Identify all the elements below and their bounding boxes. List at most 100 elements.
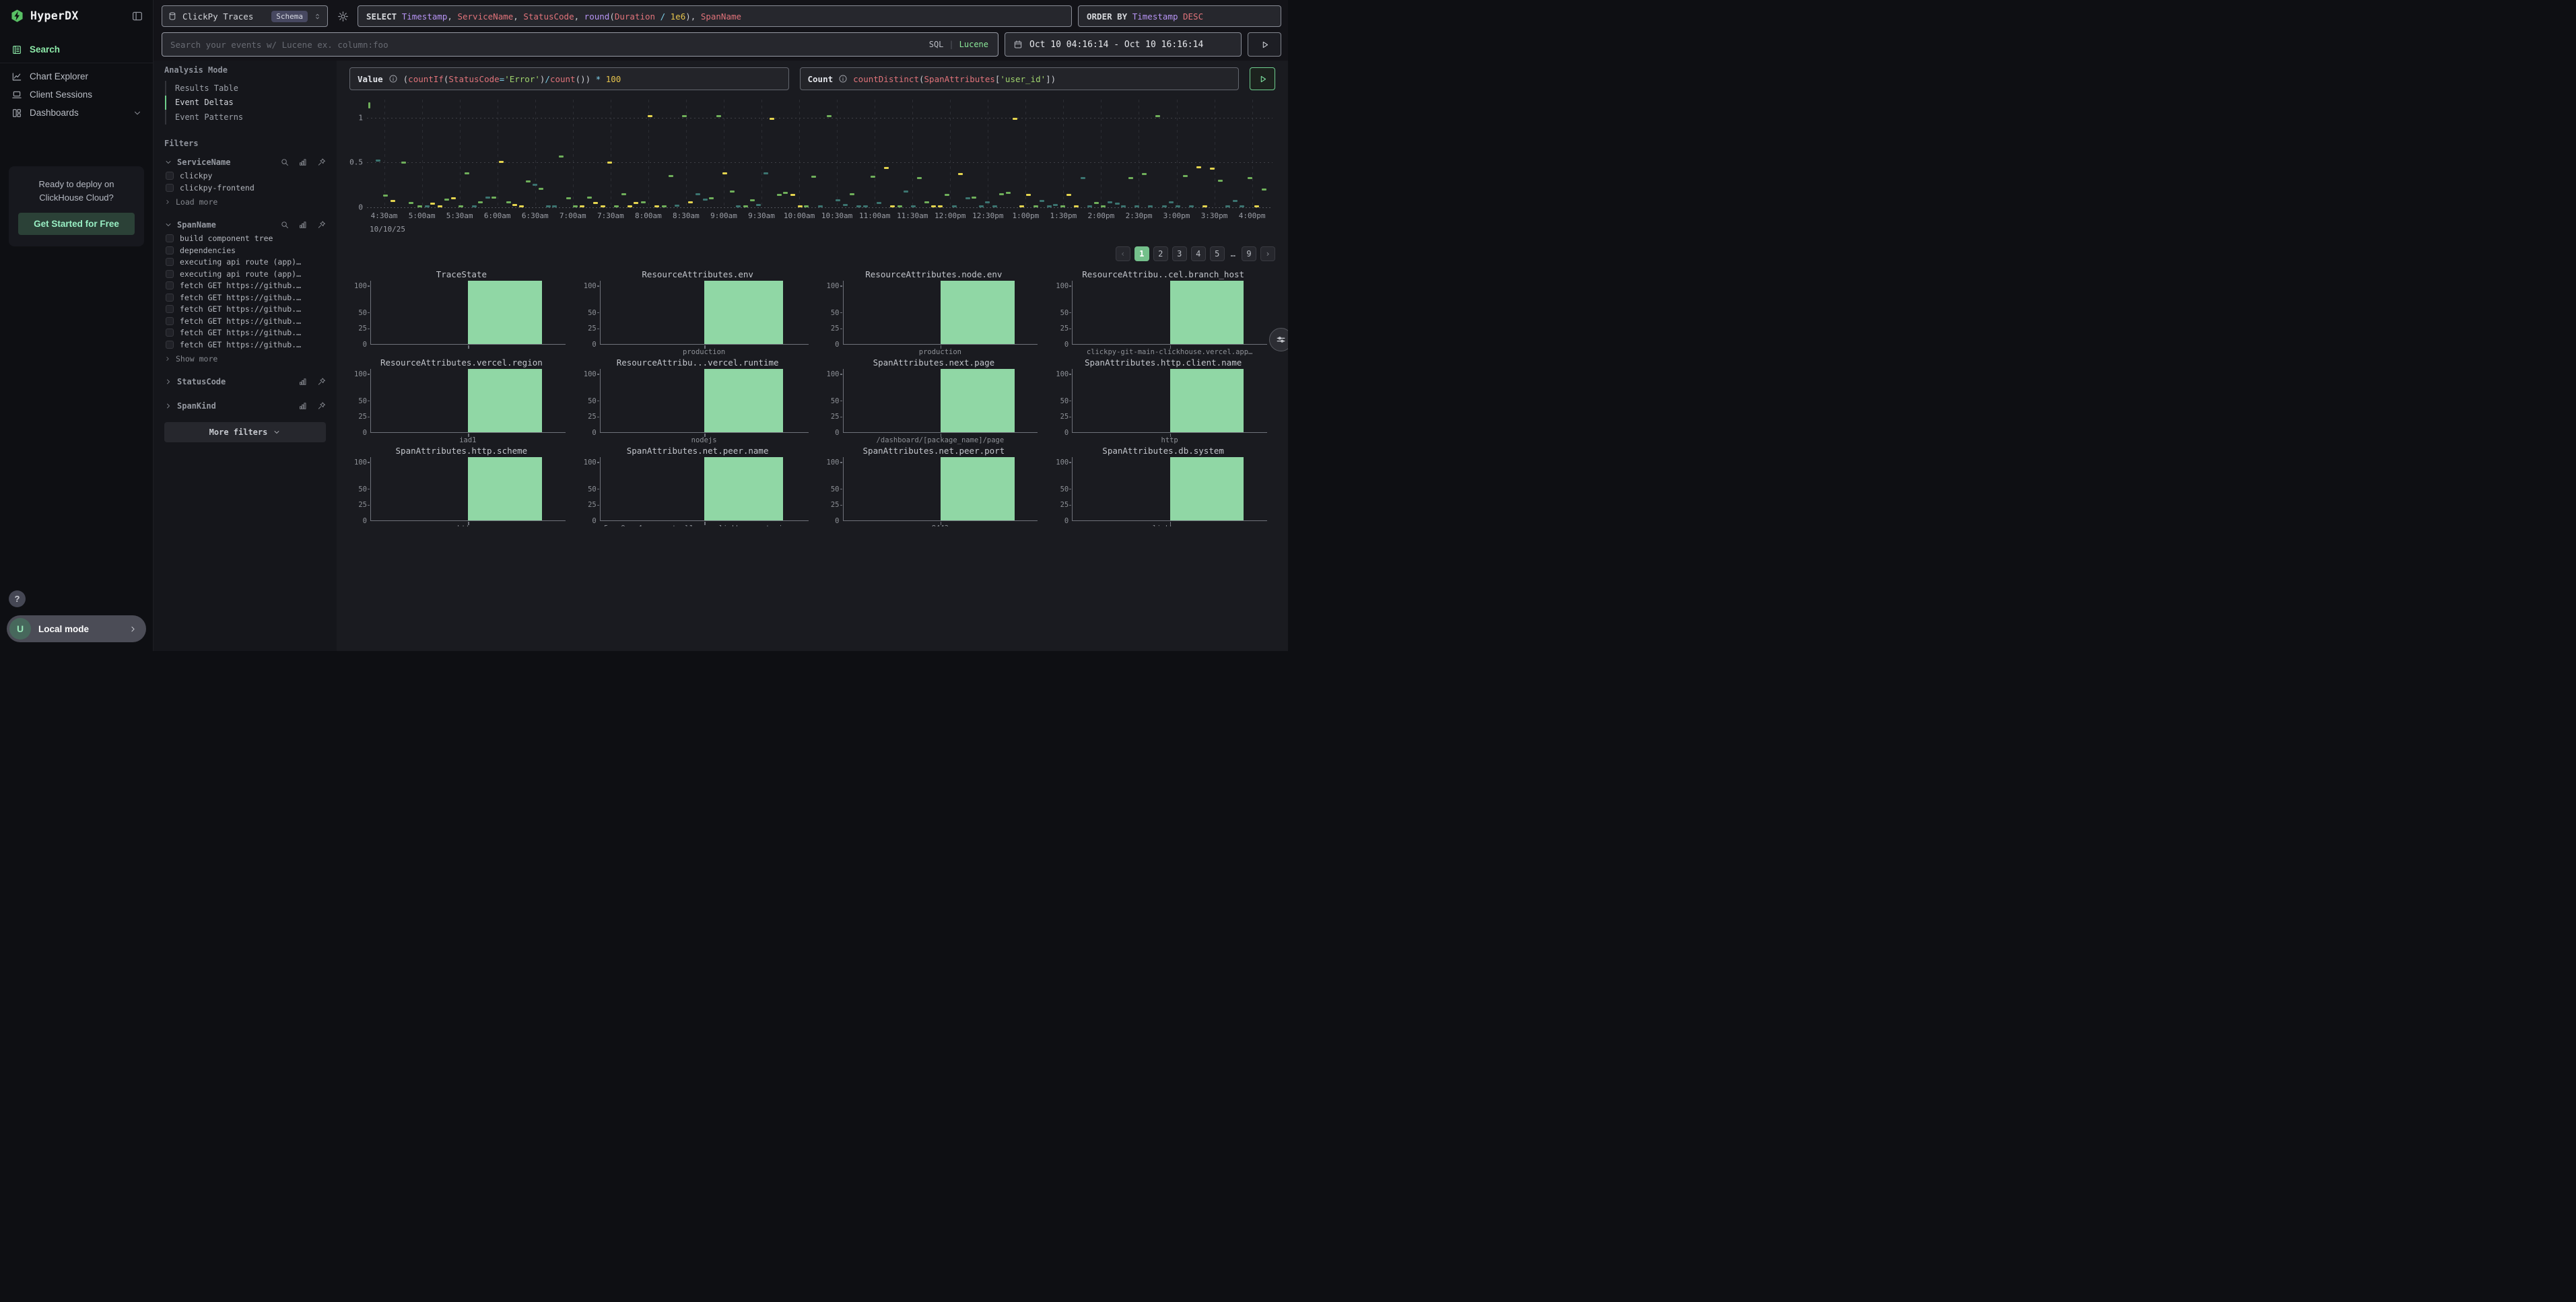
help-button[interactable]: ? xyxy=(9,590,26,607)
attribute-chart-resourceattributes-node-env[interactable]: ResourceAttributes.node.env10050250produ… xyxy=(822,268,1046,356)
checkbox[interactable] xyxy=(166,184,174,192)
pin-icon[interactable] xyxy=(317,377,327,386)
filter-option[interactable]: clickpy xyxy=(164,170,326,182)
attribute-chart-resourceattribu-cel-branch-host[interactable]: ResourceAttribu..cel.branch_host10050250… xyxy=(1051,268,1275,356)
sidebar-item-chart-explorer[interactable]: Chart Explorer xyxy=(0,67,153,85)
attribute-chart-tracestate[interactable]: TraceState10050250 xyxy=(349,268,574,356)
search-icon[interactable] xyxy=(280,158,290,167)
checkbox[interactable] xyxy=(166,258,174,266)
chart-mark xyxy=(764,172,768,174)
page-1[interactable]: 1 xyxy=(1134,246,1149,261)
source-settings-button[interactable] xyxy=(334,5,351,27)
sidebar-item-client-sessions[interactable]: Client Sessions xyxy=(0,85,153,104)
page-5[interactable]: 5 xyxy=(1210,246,1225,261)
chart-mark xyxy=(1210,168,1215,170)
bar-chart-icon[interactable] xyxy=(298,377,308,386)
y-axis-label: 25 xyxy=(579,413,597,421)
value-expression-code: (countIf(StatusCode='Error')/count()) * … xyxy=(403,74,621,84)
checkbox[interactable] xyxy=(166,294,174,302)
filter-option[interactable]: fetch GET https://github.… xyxy=(164,292,326,304)
attribute-chart-spanattributes-http-client-name[interactable]: SpanAttributes.http.client.name10050250h… xyxy=(1051,356,1275,444)
get-started-button[interactable]: Get Started for Free xyxy=(18,213,135,235)
apply-run-button[interactable] xyxy=(1250,67,1275,90)
filter-option[interactable]: fetch GET https://github.… xyxy=(164,315,326,327)
value-expression-input[interactable]: Value (countIf(StatusCode='Error')/count… xyxy=(349,67,789,90)
time-range-picker[interactable]: Oct 10 04:16:14 - Oct 10 16:16:14 xyxy=(1005,32,1242,57)
chevron-right-icon xyxy=(129,625,137,633)
count-expression-input[interactable]: Count countDistinct(SpanAttributes['user… xyxy=(800,67,1240,90)
attribute-chart-spanattributes-db-system[interactable]: SpanAttributes.db.system10050250clickhou… xyxy=(1051,444,1275,526)
page-9[interactable]: 9 xyxy=(1242,246,1256,261)
filter-option[interactable]: executing api route (app)… xyxy=(164,256,326,269)
analysis-mode-event-deltas[interactable]: Event Deltas xyxy=(166,96,326,110)
sidebar-collapse-icon[interactable] xyxy=(131,10,143,22)
checkbox[interactable] xyxy=(166,341,174,349)
page-next[interactable]: › xyxy=(1260,246,1275,261)
checkbox[interactable] xyxy=(166,246,174,254)
event-deltas-chart[interactable]: 10.504:30am5:00am5:30am6:00am6:30am7:00a… xyxy=(349,96,1275,238)
user-menu[interactable]: U Local mode xyxy=(7,615,146,642)
page-prev[interactable]: ‹ xyxy=(1116,246,1130,261)
pin-icon[interactable] xyxy=(317,220,327,230)
mode-sql[interactable]: SQL xyxy=(929,40,944,49)
attribute-chart-resourceattributes-vercel-region[interactable]: ResourceAttributes.vercel.region10050250… xyxy=(349,356,574,444)
pin-icon[interactable] xyxy=(317,158,327,167)
attribute-chart-resourceattributes-env[interactable]: ResourceAttributes.env10050250production xyxy=(579,268,817,356)
schema-badge[interactable]: Schema xyxy=(271,11,308,22)
filter-group-header[interactable]: ServiceName xyxy=(164,154,326,170)
load-more-link[interactable]: Load more xyxy=(164,195,326,209)
select-clause-input[interactable]: SELECT Timestamp, ServiceName, StatusCod… xyxy=(358,5,1072,27)
filter-option[interactable]: clickpy-frontend xyxy=(164,182,326,194)
order-by-input[interactable]: ORDER BY Timestamp DESC xyxy=(1078,5,1281,27)
page-3[interactable]: 3 xyxy=(1172,246,1187,261)
show-more-link[interactable]: Show more xyxy=(164,352,326,366)
checkbox[interactable] xyxy=(166,281,174,289)
checkbox[interactable] xyxy=(166,172,174,180)
sidebar-item-search[interactable]: Search xyxy=(0,40,153,59)
analysis-mode-event-patterns[interactable]: Event Patterns xyxy=(166,110,326,125)
checkbox[interactable] xyxy=(166,305,174,313)
mode-lucene[interactable]: Lucene xyxy=(959,40,988,49)
filter-option[interactable]: fetch GET https://github.… xyxy=(164,327,326,339)
search-input[interactable] xyxy=(162,40,929,50)
sidebar-item-dashboards[interactable]: Dashboards xyxy=(0,104,153,122)
filter-group-header[interactable]: StatusCode xyxy=(164,374,326,390)
y-axis-label: 0 xyxy=(1051,341,1069,349)
checkbox[interactable] xyxy=(166,234,174,242)
bar-chart-icon[interactable] xyxy=(298,401,308,411)
more-filters-button[interactable]: More filters xyxy=(164,422,326,442)
chart-title: SpanAttributes.http.scheme xyxy=(349,446,574,456)
filter-option[interactable]: dependencies xyxy=(164,244,326,256)
source-name: ClickPy Traces xyxy=(182,11,266,22)
bar xyxy=(941,457,1015,520)
filter-option[interactable]: build component tree xyxy=(164,233,326,245)
filter-option[interactable]: fetch GET https://github.… xyxy=(164,280,326,292)
search-run-button[interactable] xyxy=(1248,32,1281,57)
bar-chart-icon[interactable] xyxy=(298,220,308,230)
filter-option[interactable]: fetch GET https://github.… xyxy=(164,339,326,351)
attribute-chart-resourceattribu-vercel-runtime[interactable]: ResourceAttribu...vercel.runtime10050250… xyxy=(579,356,817,444)
y-tick xyxy=(368,417,370,418)
bar-chart-icon[interactable] xyxy=(298,158,308,167)
analysis-mode-results-table[interactable]: Results Table xyxy=(166,81,326,96)
gridline xyxy=(1063,100,1064,207)
data-source-selector[interactable]: ClickPy Traces Schema xyxy=(162,5,328,27)
attribute-chart-spanattributes-http-scheme[interactable]: SpanAttributes.http.scheme10050250https xyxy=(349,444,574,526)
page-4[interactable]: 4 xyxy=(1191,246,1206,261)
filter-option[interactable]: fetch GET https://github.… xyxy=(164,304,326,316)
chart-options-fab[interactable] xyxy=(1269,328,1288,351)
filter-group-header[interactable]: SpanKind xyxy=(164,398,326,414)
checkbox[interactable] xyxy=(166,270,174,278)
gridline xyxy=(1025,100,1026,207)
page-2[interactable]: 2 xyxy=(1153,246,1168,261)
search-icon[interactable] xyxy=(280,220,290,230)
checkbox[interactable] xyxy=(166,317,174,325)
filter-group-header[interactable]: SpanName xyxy=(164,217,326,233)
x-axis-label: 5:30am xyxy=(446,211,473,220)
attribute-chart-spanattributes-net-peer-name[interactable]: SpanAttributes.net.peer.name10050250z5nr… xyxy=(579,444,817,526)
pin-icon[interactable] xyxy=(317,401,327,411)
attribute-chart-spanattributes-net-peer-port[interactable]: SpanAttributes.net.peer.port100502508443 xyxy=(822,444,1046,526)
attribute-chart-spanattributes-next-page[interactable]: SpanAttributes.next.page10050250/dashboa… xyxy=(822,356,1046,444)
checkbox[interactable] xyxy=(166,329,174,337)
filter-option[interactable]: executing api route (app)… xyxy=(164,268,326,280)
